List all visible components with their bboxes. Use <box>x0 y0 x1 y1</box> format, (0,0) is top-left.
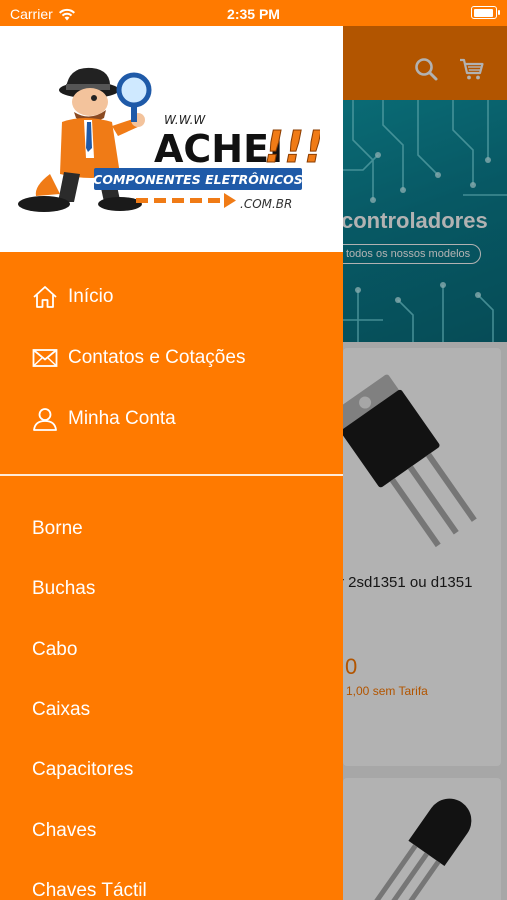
product-card[interactable]: r 2sd1351 ou d1351 0 1,00 sem Tarifa <box>343 348 501 766</box>
category-item[interactable]: Caixas <box>0 680 343 740</box>
category-item[interactable]: Chaves <box>0 800 343 860</box>
status-bar: Carrier 2:35 PM <box>0 0 507 26</box>
search-icon[interactable] <box>413 56 439 82</box>
menu-item-label: Minha Conta <box>68 407 176 429</box>
detective-mascot <box>18 67 152 212</box>
promo-banner[interactable]: controladores todos os nossos modelos <box>343 100 507 342</box>
product-price: 0 <box>345 654 358 679</box>
product-tarifa: 1,00 sem Tarifa <box>346 684 428 698</box>
menu-item-inicio[interactable]: Início <box>0 266 343 327</box>
menu-item-minha-conta[interactable]: Minha Conta <box>0 388 343 449</box>
category-item[interactable]: Buchas <box>0 559 343 619</box>
cart-icon[interactable] <box>459 56 485 82</box>
side-drawer: W.W.W ACHEI !!! COMPONENTES ELETRÔNICOS … <box>0 26 343 900</box>
category-item[interactable]: Capacitores <box>0 740 343 800</box>
transistor-image <box>373 798 472 900</box>
clock: 2:35 PM <box>227 6 280 22</box>
category-menu: Borne Buchas Cabo Caixas Capacitores Cha… <box>0 499 343 900</box>
logo-exclaims: !!! <box>264 122 320 173</box>
menu-item-label: Contatos e Cotações <box>68 346 246 368</box>
logo-tagline: COMPONENTES ELETRÔNICOS <box>93 172 303 187</box>
logo-www: W.W.W <box>164 113 206 127</box>
home-icon <box>33 285 57 308</box>
category-item[interactable]: Chaves Táctil <box>0 861 343 900</box>
menu-item-label: Início <box>68 285 114 307</box>
envelope-icon <box>32 348 58 367</box>
transistor-image <box>343 374 477 548</box>
logo-domain: .COM.BR <box>240 197 292 211</box>
background-top-bar <box>343 26 507 100</box>
logo-arrow-dashes <box>136 193 236 208</box>
battery-icon <box>471 6 500 19</box>
product-name: r 2sd1351 ou d1351 <box>343 574 473 591</box>
banner-pill[interactable]: todos os nossos modelos <box>343 244 482 264</box>
menu-item-contatos[interactable]: Contatos e Cotações <box>0 327 343 388</box>
background-app: controladores todos os nossos modelos r … <box>343 26 507 900</box>
primary-menu: Início Contatos e Cotações Minha Conta <box>0 266 343 449</box>
product-card[interactable] <box>343 778 501 900</box>
achei-logo: W.W.W ACHEI !!! COMPONENTES ELETRÔNICOS … <box>18 67 320 212</box>
logo-area: W.W.W ACHEI !!! COMPONENTES ELETRÔNICOS … <box>0 26 343 252</box>
category-item[interactable]: Borne <box>0 499 343 559</box>
category-item[interactable]: Cabo <box>0 620 343 680</box>
banner-headline: controladores <box>343 208 488 233</box>
user-icon <box>33 407 57 431</box>
menu-divider <box>0 474 343 476</box>
